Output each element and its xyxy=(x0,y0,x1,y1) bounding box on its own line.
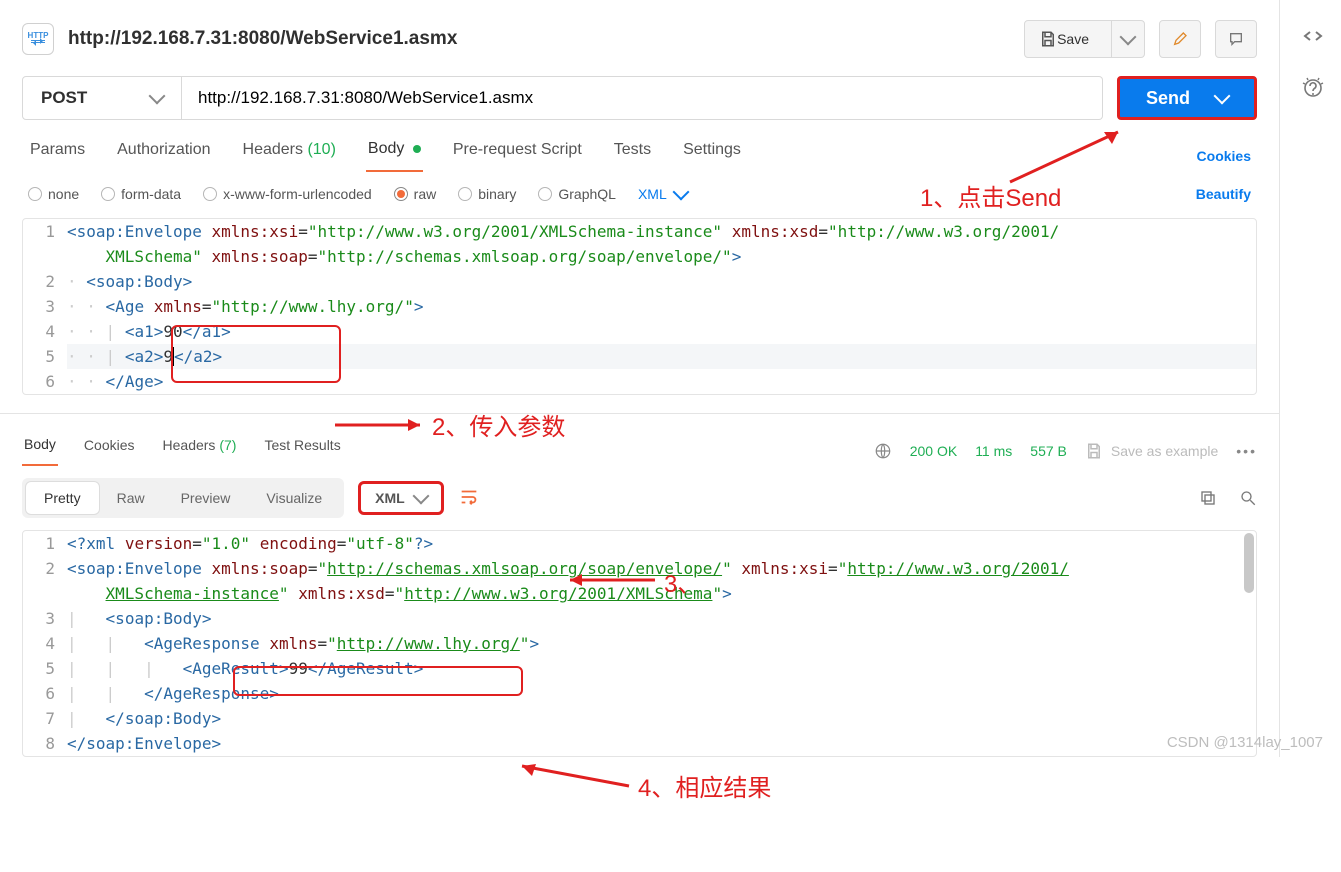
radio-binary[interactable]: binary xyxy=(458,186,516,202)
resp-tab-headers[interactable]: Headers (7) xyxy=(161,437,239,465)
response-view-row: Pretty Raw Preview Visualize XML xyxy=(0,466,1279,530)
pill-visualize[interactable]: Visualize xyxy=(248,482,340,514)
tab-authorization[interactable]: Authorization xyxy=(115,141,212,171)
url-row: POST Send xyxy=(0,76,1279,120)
beautify-link[interactable]: Beautify xyxy=(1196,186,1251,202)
body-options: none form-data x-www-form-urlencoded raw… xyxy=(0,172,1279,212)
pill-preview[interactable]: Preview xyxy=(163,482,249,514)
save-icon xyxy=(1085,442,1103,460)
url-input[interactable] xyxy=(182,76,1103,120)
comment-button[interactable] xyxy=(1215,20,1257,58)
resp-tab-body[interactable]: Body xyxy=(22,436,58,466)
send-button[interactable]: Send xyxy=(1117,76,1257,120)
method-value: POST xyxy=(41,88,87,108)
right-sidebar xyxy=(1285,24,1341,100)
tab-tests[interactable]: Tests xyxy=(612,141,653,171)
code-icon[interactable] xyxy=(1301,24,1325,48)
copy-icon[interactable] xyxy=(1199,489,1217,507)
annotation-box xyxy=(171,325,341,383)
request-tabs: Params Authorization Headers (10) Body P… xyxy=(0,120,1279,172)
cookies-link[interactable]: Cookies xyxy=(1197,148,1251,164)
pill-raw[interactable]: Raw xyxy=(99,482,163,514)
status-time: 11 ms xyxy=(975,443,1012,459)
wrap-lines-button[interactable] xyxy=(458,486,480,511)
raw-format-select[interactable]: XML xyxy=(638,186,687,202)
tab-headers[interactable]: Headers (10) xyxy=(241,141,338,171)
tab-prerequest[interactable]: Pre-request Script xyxy=(451,141,584,171)
status-code: 200 OK xyxy=(910,443,957,459)
save-label: Save xyxy=(1057,31,1089,47)
http-badge-icon: HTTP xyxy=(22,23,54,55)
edit-button[interactable] xyxy=(1159,20,1201,58)
request-header-row: HTTP http://192.168.7.31:8080/WebService… xyxy=(0,0,1279,76)
scrollbar-thumb[interactable] xyxy=(1244,533,1254,593)
annotation-box xyxy=(233,666,523,696)
save-example-button[interactable]: Save as example xyxy=(1085,442,1218,460)
radio-graphql[interactable]: GraphQL xyxy=(538,186,616,202)
radio-raw[interactable]: raw xyxy=(394,186,437,202)
watermark: CSDN @1314lay_1007 xyxy=(1167,734,1323,751)
request-title: http://192.168.7.31:8080/WebService1.asm… xyxy=(68,28,457,50)
method-select[interactable]: POST xyxy=(22,76,182,120)
radio-form-data[interactable]: form-data xyxy=(101,186,181,202)
tab-body[interactable]: Body xyxy=(366,140,423,172)
response-tabs: Body Cookies Headers (7) Test Results 20… xyxy=(0,413,1279,466)
comment-icon xyxy=(1228,30,1244,48)
tab-settings[interactable]: Settings xyxy=(681,141,743,171)
response-body-viewer[interactable]: 1<?xml version="1.0" encoding="utf-8"?>2… xyxy=(22,530,1257,757)
dot-icon xyxy=(413,145,421,153)
tab-params[interactable]: Params xyxy=(28,141,87,171)
status-size: 557 B xyxy=(1030,443,1067,459)
hint-icon[interactable] xyxy=(1301,76,1325,100)
view-mode-pills: Pretty Raw Preview Visualize xyxy=(22,478,344,518)
send-label: Send xyxy=(1146,88,1190,109)
search-icon[interactable] xyxy=(1239,489,1257,507)
globe-icon[interactable] xyxy=(874,442,892,460)
annotation-text: 4、相应结果 xyxy=(638,768,771,803)
save-button[interactable]: Save xyxy=(1024,20,1145,58)
request-body-editor[interactable]: 1<soap:Envelope xmlns:xsi="http://www.w3… xyxy=(22,218,1257,395)
save-dropdown[interactable] xyxy=(1111,21,1144,57)
more-icon[interactable]: ••• xyxy=(1236,443,1257,459)
radio-urlencoded[interactable]: x-www-form-urlencoded xyxy=(203,186,372,202)
response-format-select[interactable]: XML xyxy=(358,481,444,515)
save-icon xyxy=(1039,30,1057,48)
resp-tab-tests[interactable]: Test Results xyxy=(262,437,342,465)
pencil-icon xyxy=(1172,30,1188,48)
resp-tab-cookies[interactable]: Cookies xyxy=(82,437,137,465)
radio-none[interactable]: none xyxy=(28,186,79,202)
pill-pretty[interactable]: Pretty xyxy=(26,482,99,514)
